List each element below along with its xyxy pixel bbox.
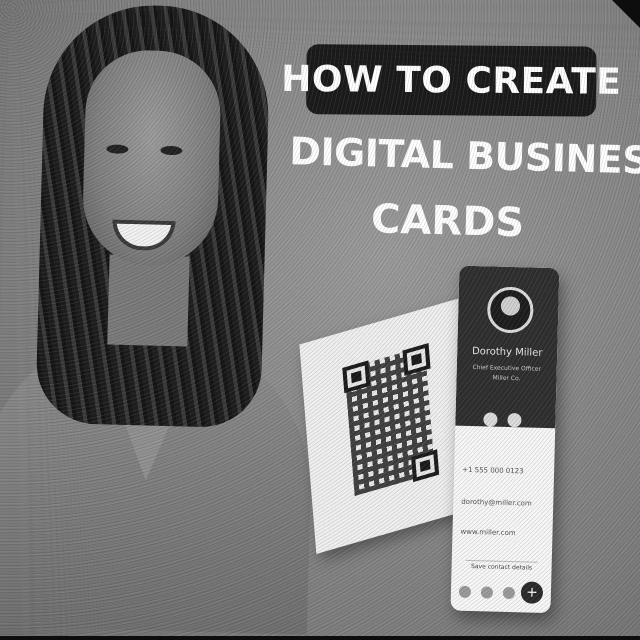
corner-fold: [612, 0, 640, 28]
presenter-eye-left: [106, 144, 129, 154]
contact-icon: [502, 586, 516, 600]
card-phone: +1 555 000 0123: [462, 465, 524, 476]
headline-line-2: DIGITAL BUSINESS: [288, 129, 640, 184]
presenter-neck: [107, 254, 190, 347]
headline-line-3: CARDS: [370, 196, 525, 247]
bottom-edge: [0, 636, 640, 640]
tilted-frame: HOW TO CREATE DIGITAL BUSINESS CARDS Dor…: [0, 0, 640, 640]
save-contact-button: Save contact details: [465, 559, 538, 577]
headline-line-1: HOW TO CREATE: [281, 58, 622, 103]
presenter-photo: [0, 0, 329, 635]
presenter-eye-right: [160, 145, 183, 156]
card-website: www.miller.com: [460, 527, 516, 538]
digital-card-phone: Dorothy Miller Chief Executive Officer M…: [450, 265, 560, 614]
add-icon: +: [520, 581, 544, 604]
card-email: dorothy@miller.com: [461, 497, 532, 508]
contact-icon: [480, 586, 494, 599]
headline-pill: HOW TO CREATE: [281, 44, 622, 117]
contact-icon: [458, 585, 472, 599]
thumbnail-scene: HOW TO CREATE DIGITAL BUSINESS CARDS Dor…: [0, 0, 640, 640]
